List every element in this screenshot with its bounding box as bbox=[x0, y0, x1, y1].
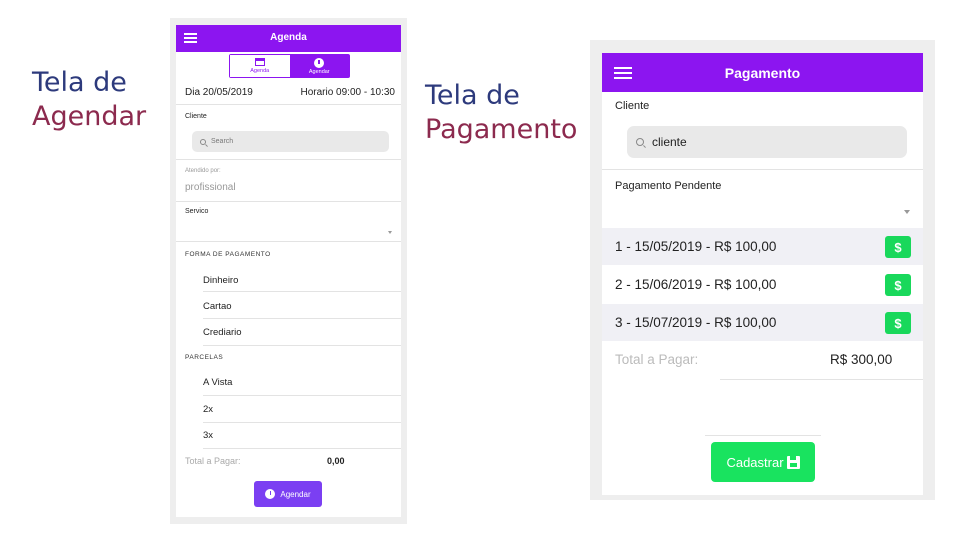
canvas: Tela de Agendar Tela de Pagamento Agenda… bbox=[0, 0, 960, 540]
time-text: Horario 09:00 - 10:30 bbox=[300, 87, 395, 98]
total-label: Total a Pagar: bbox=[185, 456, 241, 466]
clock-icon bbox=[265, 489, 276, 499]
option-dinheiro[interactable]: Dinheiro bbox=[203, 275, 238, 286]
label-line-2: Pagamento bbox=[425, 114, 578, 145]
divider bbox=[176, 201, 401, 202]
option-crediario[interactable]: Crediario bbox=[203, 327, 242, 338]
app-header: Agenda bbox=[176, 25, 401, 52]
atendido-label: Atendido por: bbox=[185, 168, 221, 174]
option-cartao[interactable]: Cartao bbox=[203, 301, 232, 312]
parcela-text: 3 - 15/07/2019 - R$ 100,00 bbox=[615, 315, 777, 330]
search-icon bbox=[200, 138, 206, 145]
cliente-label: Cliente bbox=[615, 100, 650, 112]
search-input[interactable]: Search bbox=[192, 131, 389, 152]
pay-button[interactable]: $ bbox=[885, 312, 911, 334]
tab-agendar[interactable]: Agendar bbox=[289, 55, 349, 77]
total-value: R$ 300,00 bbox=[830, 352, 893, 367]
option-a-vista[interactable]: A Vista bbox=[203, 377, 232, 388]
divider bbox=[176, 159, 401, 160]
page-title: Pagamento bbox=[724, 65, 801, 81]
list-item: 1 - 15/05/2019 - R$ 100,00 $ bbox=[602, 228, 923, 265]
atendido-input[interactable]: profissional bbox=[185, 182, 236, 193]
cliente-label: Cliente bbox=[185, 113, 207, 120]
label-tela-agendar: Tela de Agendar bbox=[32, 66, 146, 134]
tab-label: Agendar bbox=[308, 68, 330, 75]
total-value: 0,00 bbox=[327, 456, 345, 466]
cadastrar-button-label: Cadastrar bbox=[726, 454, 784, 470]
agendar-button-label: Agendar bbox=[280, 489, 311, 499]
label-line-1: Tela de bbox=[32, 67, 127, 98]
divider bbox=[203, 318, 401, 319]
divider bbox=[176, 104, 401, 105]
chevron-down-icon[interactable] bbox=[904, 210, 910, 214]
divider bbox=[720, 379, 923, 380]
search-value: cliente bbox=[652, 135, 687, 149]
divider bbox=[203, 345, 401, 346]
label-tela-pagamento: Tela de Pagamento bbox=[425, 79, 577, 147]
servico-label: Servico bbox=[185, 208, 209, 215]
page-title: Agenda bbox=[270, 32, 307, 43]
option-3x[interactable]: 3x bbox=[203, 430, 213, 441]
option-2x[interactable]: 2x bbox=[203, 404, 213, 415]
total-label: Total a Pagar: bbox=[615, 352, 699, 367]
search-icon bbox=[636, 138, 644, 146]
divider bbox=[203, 422, 401, 423]
list-item: 3 - 15/07/2019 - R$ 100,00 $ bbox=[602, 304, 923, 341]
divider bbox=[176, 241, 401, 242]
search-placeholder: Search bbox=[211, 138, 234, 145]
divider bbox=[203, 291, 401, 292]
forma-pagamento-header: FORMA DE PAGAMENTO bbox=[185, 251, 271, 258]
divider bbox=[203, 395, 401, 396]
parcela-text: 1 - 15/05/2019 - R$ 100,00 bbox=[615, 239, 777, 254]
pagamento-pendente-label: Pagamento Pendente bbox=[615, 180, 722, 192]
save-icon bbox=[786, 455, 800, 469]
pagamento-screen: Pagamento Cliente cliente Pagamento Pend… bbox=[602, 53, 923, 495]
search-input[interactable]: cliente bbox=[627, 126, 907, 158]
clock-icon bbox=[314, 57, 325, 68]
schedule-info: Dia 20/05/2019 Horario 09:00 - 10:30 bbox=[185, 87, 395, 98]
label-line-2: Agendar bbox=[32, 101, 147, 132]
date-text: Dia 20/05/2019 bbox=[185, 87, 253, 98]
parcelas-header: PARCELAS bbox=[185, 354, 224, 361]
tab-label: Agenda bbox=[250, 68, 270, 74]
tab-agenda[interactable]: Agenda bbox=[230, 55, 290, 77]
segment-tabs: Agenda Agendar bbox=[229, 54, 350, 78]
list-item: 2 - 15/06/2019 - R$ 100,00 $ bbox=[602, 266, 923, 303]
total-row: Total a Pagar: R$ 300,00 bbox=[615, 352, 915, 367]
divider bbox=[203, 448, 401, 449]
agendar-button[interactable]: Agendar bbox=[254, 481, 322, 507]
app-header: Pagamento bbox=[602, 53, 923, 92]
total-row: Total a Pagar: 0,00 bbox=[185, 456, 385, 466]
pay-button[interactable]: $ bbox=[885, 236, 911, 258]
chevron-down-icon[interactable] bbox=[388, 231, 392, 234]
parcela-text: 2 - 15/06/2019 - R$ 100,00 bbox=[615, 277, 777, 292]
pay-button[interactable]: $ bbox=[885, 274, 911, 296]
divider bbox=[705, 435, 821, 436]
calendar-icon bbox=[254, 58, 265, 66]
label-line-1: Tela de bbox=[425, 80, 520, 111]
divider bbox=[602, 169, 923, 170]
cadastrar-button[interactable]: Cadastrar bbox=[711, 442, 815, 482]
agenda-screen: Agenda Agenda Agendar Dia 20/05/2019 Hor… bbox=[176, 25, 401, 517]
